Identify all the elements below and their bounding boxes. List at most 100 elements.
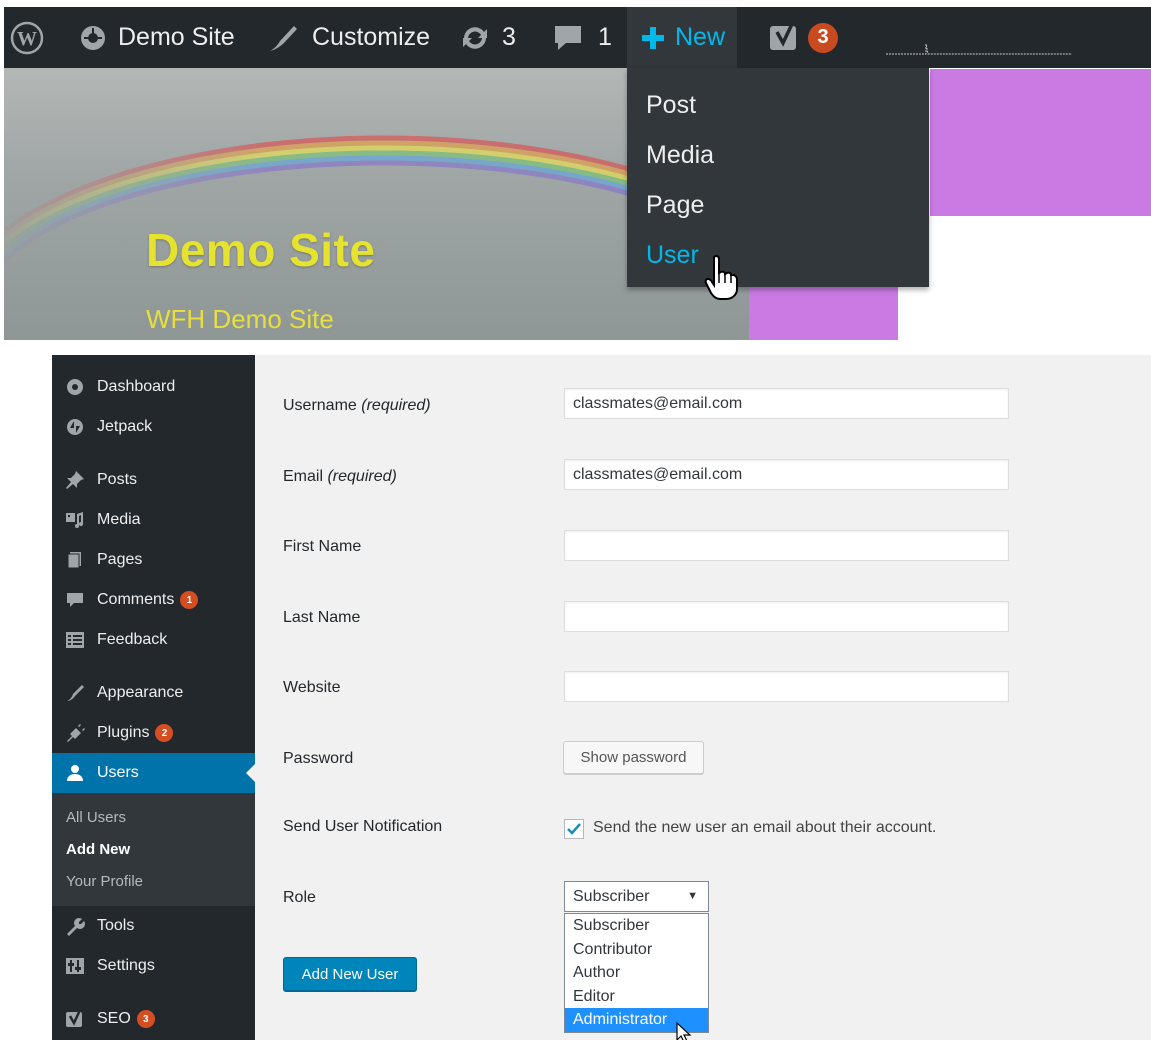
sidebar-item-users[interactable]: Users [52,753,255,793]
sidebar-item-feedback[interactable]: Feedback [52,620,255,660]
role-option[interactable]: Editor [565,985,708,1009]
hand-cursor-icon [704,255,738,300]
sidebar-item-posts[interactable]: Posts [52,460,255,500]
notification-description: Send the new user an email about their a… [593,819,937,836]
username-label: Username (required) [283,397,431,415]
seo-notification-badge: 3 [136,1010,155,1028]
wrench-icon [65,916,85,936]
dashboard-icon [65,377,85,397]
last-name-label: Last Name [283,609,361,626]
settings-icon [65,956,85,976]
wordpress-logo-icon[interactable]: W [10,7,44,68]
site-frontend-screenshot: W Demo Site Customize 3 1 New 3 Demo Sit… [4,7,1151,340]
updates-count: 3 [502,23,516,51]
submenu-your-profile[interactable]: Your Profile [52,870,255,902]
role-select[interactable]: Subscriber ▼ [564,881,709,912]
comments-link[interactable]: 1 [552,7,612,68]
customize-link[interactable]: Customize [266,7,430,68]
brush-icon [65,683,85,703]
website-field[interactable] [564,671,1009,702]
sidebar-item-appearance[interactable]: Appearance [52,673,255,713]
first-name-label: First Name [283,538,362,555]
email-label: Email (required) [283,468,397,486]
first-name-field[interactable] [564,530,1009,561]
brush-icon [266,23,300,53]
seo-notification-badge: 3 [808,22,838,53]
notification-label: Send User Notification [283,818,443,835]
sidebar-item-label: Appearance [97,684,184,701]
dashboard-icon [78,23,108,53]
purple-block [930,69,1151,216]
updates-icon [458,23,492,53]
sidebar-item-seo[interactable]: SEO 3 [52,999,255,1039]
new-content-dropdown: Post Media Page User [627,68,929,287]
site-title[interactable]: Demo Site [146,223,375,277]
new-post-item[interactable]: Post [627,80,929,130]
comments-count: 1 [598,23,612,51]
role-option[interactable]: Contributor [565,938,708,962]
sidebar-item-label: Comments [97,591,175,608]
users-submenu: All Users Add New Your Profile [52,793,255,906]
chevron-down-icon: ▼ [687,890,698,902]
sidebar-item-settings[interactable]: Settings [52,946,255,986]
sidebar-item-label: Pages [97,551,143,568]
role-selected-value: Subscriber [573,888,650,905]
customize-label: Customize [312,23,431,51]
users-icon [65,763,85,783]
new-page-item[interactable]: Page [627,180,929,230]
submenu-add-new[interactable]: Add New [52,838,255,870]
email-field[interactable]: classmates@email.com [564,459,1009,490]
sidebar-item-dashboard[interactable]: Dashboard [52,367,255,407]
sidebar-item-label: Feedback [97,631,168,648]
last-name-field[interactable] [564,601,1009,632]
sidebar-item-comments[interactable]: Comments 1 [52,580,255,620]
sidebar-item-label: Users [97,764,139,781]
role-option[interactable]: Subscriber [565,914,708,938]
new-content-menu[interactable]: New [627,7,738,68]
pages-icon [65,550,85,570]
plugins-update-badge: 2 [155,724,174,742]
plus-icon [641,26,665,50]
sidebar-item-media[interactable]: Media [52,500,255,540]
sidebar-item-label: Dashboard [97,378,176,395]
sidebar-item-label: Tools [97,917,135,934]
username-field[interactable]: classmates@email.com [564,388,1009,419]
yoast-icon [768,22,800,54]
sidebar-item-label: Media [97,511,141,528]
updates-link[interactable]: 3 [458,7,516,68]
checkmark-icon [567,823,581,835]
role-options-list: Subscriber Contributor Author Editor Adm… [564,913,709,1033]
sidebar-item-label: Jetpack [97,418,153,435]
required-note: (required) [361,397,431,414]
role-label: Role [283,889,316,906]
jetpack-icon [65,417,85,437]
new-media-item[interactable]: Media [627,130,929,180]
site-name-menu[interactable]: Demo Site [78,7,235,68]
role-option[interactable]: Author [565,961,708,985]
arrow-cursor-icon [676,1022,692,1040]
sidebar-item-plugins[interactable]: Plugins 2 [52,713,255,753]
sidebar-item-label: Plugins [97,724,150,741]
new-label: New [675,23,726,51]
site-tagline: WFH Demo Site [146,304,334,334]
comment-icon [65,590,85,610]
sidebar-item-tools[interactable]: Tools [52,906,255,946]
submenu-all-users[interactable]: All Users [52,806,255,838]
required-note: (required) [327,468,397,485]
add-user-admin-screenshot: Dashboard Jetpack Posts Media Pages Comm… [52,355,1151,1040]
new-user-item[interactable]: User [627,230,929,280]
add-new-user-button[interactable]: Add New User [283,957,417,991]
username-label-text: Username [283,397,357,414]
sidebar-item-jetpack[interactable]: Jetpack [52,407,255,447]
seo-menu[interactable]: 3 [768,7,838,68]
site-name-label: Demo Site [118,23,235,51]
website-label: Website [283,679,341,696]
media-icon [65,510,85,530]
sidebar-item-pages[interactable]: Pages [52,540,255,580]
password-label: Password [283,750,354,767]
send-notification-checkbox[interactable] [564,819,584,839]
sidebar-item-label: Settings [97,957,155,974]
comments-count-badge: 1 [180,591,199,609]
show-password-button[interactable]: Show password [563,741,704,774]
pin-icon [65,470,85,490]
